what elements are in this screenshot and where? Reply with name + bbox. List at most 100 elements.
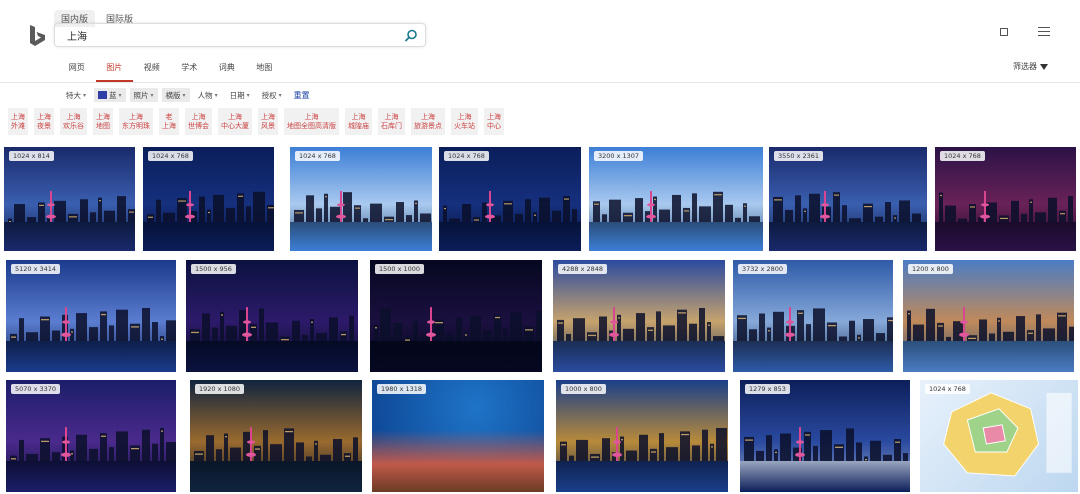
image-size-badge: 1279 x 853 [745, 384, 790, 394]
image-result-tile[interactable]: 1200 x 800 [903, 260, 1074, 372]
filter-dropdown[interactable]: 授权 ▾ [258, 88, 286, 102]
image-thumbnail [920, 380, 1078, 492]
image-size-badge: 1024 x 768 [148, 151, 193, 161]
related-search-chip[interactable]: 上海 中心大厦 [218, 108, 252, 135]
tab-scope[interactable]: 图片 [95, 62, 133, 82]
related-search-line1: 上海 [384, 112, 399, 121]
image-thumbnail [6, 380, 176, 492]
related-search-chip[interactable]: 上海 东方明珠 [119, 108, 153, 135]
clear-filters-button[interactable]: 重置 [290, 88, 314, 102]
image-result-tile[interactable]: 1920 x 1080 [190, 380, 362, 492]
color-swatch-icon [98, 91, 108, 99]
image-size-badge: 5120 x 3414 [11, 264, 61, 274]
image-thumbnail [740, 380, 910, 492]
image-thumbnail [190, 380, 362, 492]
related-search-line2: 城隍庙 [348, 121, 369, 130]
image-result-tile[interactable]: 3732 x 2800 [733, 260, 893, 372]
filter-dropdown[interactable]: 蓝 ▾ [94, 88, 126, 102]
tab-scope[interactable]: 视频 [133, 62, 171, 82]
image-size-badge: 1980 x 1318 [377, 384, 427, 394]
image-result-tile[interactable]: 1024 x 768 [920, 380, 1078, 492]
image-result-tile[interactable]: 3200 x 1307 [589, 147, 763, 251]
chevron-down-icon: ▾ [182, 91, 186, 99]
related-search-chip[interactable]: 上海 石库门 [378, 108, 405, 135]
image-size-badge: 1200 x 800 [908, 264, 953, 274]
related-search-line1: 上海 [66, 112, 81, 121]
search-icon[interactable] [403, 28, 419, 44]
image-result-tile[interactable]: 1024 x 768 [439, 147, 581, 251]
related-search-line2: 世博会 [188, 121, 209, 130]
image-result-tile[interactable]: 5120 x 3414 [6, 260, 176, 372]
related-search-chip[interactable]: 上海 地图全图高清版 [284, 108, 339, 135]
related-search-line2: 地图 [96, 121, 110, 130]
image-result-tile[interactable]: 1024 x 814 [4, 147, 135, 251]
related-search-line2: 石库门 [381, 121, 402, 130]
image-result-tile[interactable]: 1024 x 768 [935, 147, 1076, 251]
related-search-line1: 上海 [351, 112, 366, 121]
image-result-tile[interactable]: 1500 x 1000 [370, 260, 542, 372]
related-search-chip[interactable]: 上海 欢乐谷 [60, 108, 87, 135]
filter-label: 横版 [165, 90, 181, 100]
related-search-line1: 上海 [191, 112, 206, 121]
filter-label: 特大 [66, 90, 81, 100]
image-result-tile[interactable]: 5070 x 3370 [6, 380, 176, 492]
filter-dropdown[interactable]: 日期 ▾ [226, 88, 254, 102]
related-search-chip[interactable]: 上海 世博会 [185, 108, 212, 135]
filter-dropdown[interactable]: 人物 ▾ [194, 88, 222, 102]
related-search-line1: 上海 [421, 112, 435, 121]
search-input[interactable]: 上海 [54, 23, 426, 47]
image-result-tile[interactable]: 1024 x 768 [143, 147, 274, 251]
water-reflection [370, 340, 542, 372]
hamburger-menu-icon[interactable] [1038, 27, 1050, 36]
image-thumbnail [186, 260, 358, 372]
related-searches: 上海 外滩 上海 夜景 上海 欢乐谷 上海 地图 上海 东方明珠老上海 上海 世博会 上海 中心大厦 上海风… [8, 108, 504, 135]
search-query-text[interactable]: 上海 [67, 28, 87, 43]
related-search-line1: 上海 [96, 112, 110, 121]
related-search-chip[interactable]: 上海 中心 [484, 108, 504, 135]
related-search-chip[interactable]: 上海 外滩 [8, 108, 28, 135]
water-reflection [903, 340, 1074, 372]
related-search-chip[interactable]: 上海 旅游景点 [411, 108, 445, 135]
related-search-chip[interactable]: 上海 火车站 [451, 108, 478, 135]
filter-dropdown[interactable]: 照片 ▾ [129, 88, 158, 102]
water-reflection [6, 340, 176, 372]
chevron-down-icon: ▾ [246, 91, 250, 99]
bing-image-search-page: 国内版 国际版 上海 网页 图片 视频 学术 词典 地图 筛选器 特大 ▾ 蓝 ▾ 照片 ▾ 横版 ▾ 人… [0, 0, 1080, 494]
image-size-badge: 1920 x 1080 [195, 384, 245, 394]
related-search-chip[interactable]: 老上海 [159, 108, 179, 135]
image-result-tile[interactable]: 4288 x 2848 [553, 260, 725, 372]
related-search-line2: 上海 [162, 121, 176, 130]
tab-scope[interactable]: 学术 [171, 62, 209, 82]
image-result-tile[interactable]: 1024 x 768 [290, 147, 432, 251]
rewards-icon[interactable] [1000, 27, 1008, 36]
related-search-line2: 中心大厦 [221, 121, 249, 130]
filter-dropdown[interactable]: 横版 ▾ [161, 88, 190, 102]
image-thumbnail [4, 147, 135, 251]
filter-label: 日期 [229, 90, 245, 100]
image-result-tile[interactable]: 3550 x 2361 [769, 147, 927, 251]
image-result-tile[interactable]: 1500 x 956 [186, 260, 358, 372]
related-search-chip[interactable]: 上海 城隍庙 [345, 108, 372, 135]
related-search-chip[interactable]: 上海 地图 [93, 108, 113, 135]
filter-button[interactable]: 筛选器 [1013, 61, 1048, 72]
related-search-chip[interactable]: 上海 风景 [258, 108, 278, 135]
tab-scope[interactable]: 网页 [58, 62, 96, 82]
image-result-tile[interactable]: 1000 x 800 [556, 380, 728, 492]
related-search-chip[interactable]: 上海 夜景 [34, 108, 54, 135]
water-reflection [589, 221, 763, 251]
bing-logo-icon[interactable] [28, 24, 48, 48]
related-search-line1: 上海 [129, 112, 143, 121]
image-size-badge: 1024 x 768 [444, 151, 489, 161]
image-result-tile[interactable]: 1279 x 853 [740, 380, 910, 492]
related-search-line1: 上海 [261, 112, 275, 121]
tab-scope[interactable]: 词典 [208, 62, 246, 82]
chevron-down-icon: ▾ [118, 91, 122, 99]
water-reflection [769, 221, 927, 251]
water-reflection [733, 340, 893, 372]
filter-dropdown[interactable]: 特大 ▾ [62, 88, 90, 102]
image-result-tile[interactable]: 1980 x 1318 [372, 380, 544, 492]
tab-scope[interactable]: 地图 [246, 62, 284, 82]
image-thumbnail [733, 260, 893, 372]
related-search-line1: 上海 [37, 112, 51, 121]
water-reflection [190, 460, 362, 492]
